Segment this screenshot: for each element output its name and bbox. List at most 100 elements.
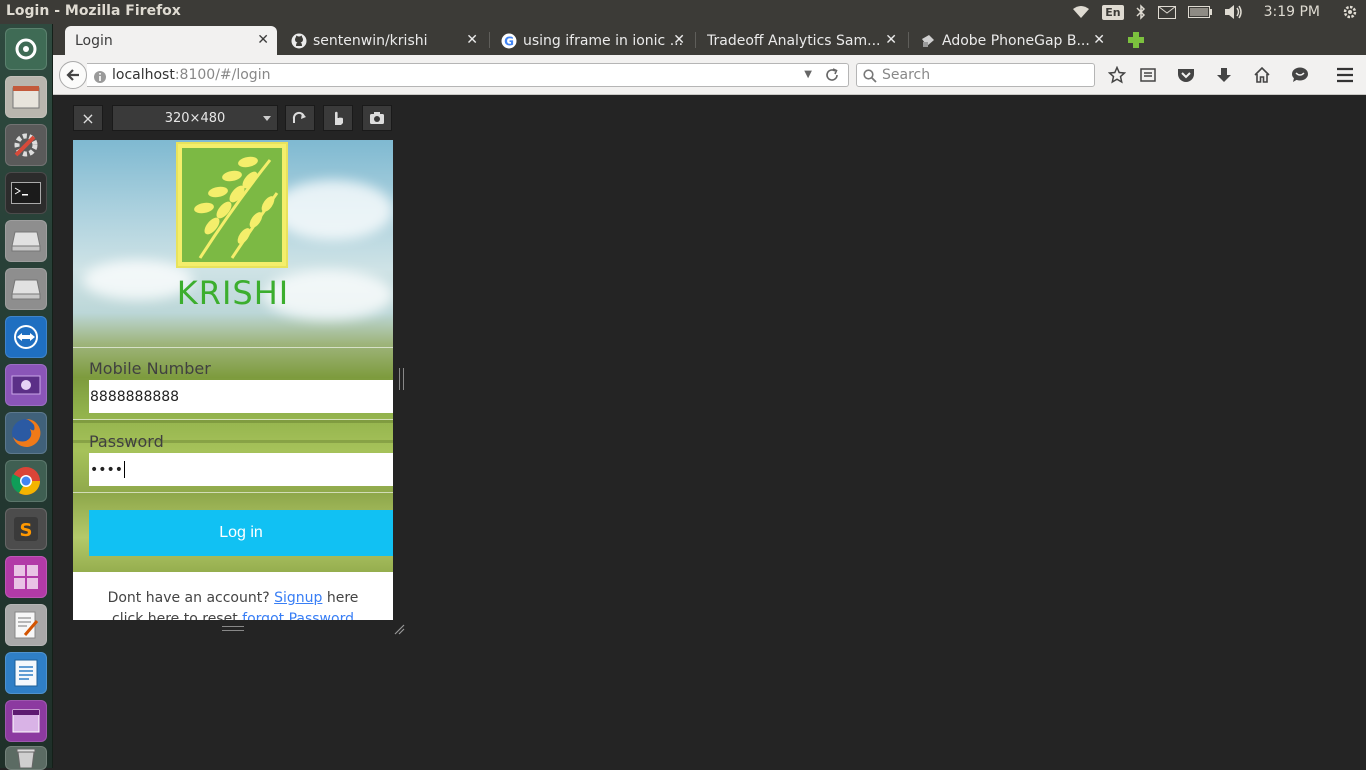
tab-phonegap-build[interactable]: Adobe PhoneGap B... ✕ [910,26,1113,55]
divider [73,492,393,493]
signup-link[interactable]: Signup [274,590,322,606]
reload-icon[interactable] [824,67,840,87]
volume-icon[interactable] [1224,0,1244,24]
wheat-icon [194,156,279,259]
files-icon[interactable] [5,76,47,118]
url-host: localhost [112,67,175,83]
close-tab-icon[interactable]: ✕ [257,33,269,47]
tab-label: Login [75,32,113,49]
svg-text:S: S [20,520,33,541]
close-tab-icon[interactable]: ✕ [1093,33,1105,47]
tab-google-search[interactable]: G using iframe in ionic ... ✕ [491,26,693,55]
tab-tradeoff-analytics[interactable]: Tradeoff Analytics Sam... ✕ [697,26,905,55]
terminal-icon[interactable] [5,172,47,214]
disk-drive-icon[interactable] [5,220,47,262]
wifi-icon[interactable] [1072,0,1090,24]
divider [73,347,393,348]
touch-simulation-button[interactable] [323,105,353,131]
cloud [273,180,393,240]
search-bar[interactable]: Search [856,63,1095,87]
tab-login[interactable]: Login ✕ [65,26,277,55]
screen-recorder-icon[interactable] [5,364,47,406]
window-title: Login - Mozilla Firefox [6,3,181,19]
back-button[interactable] [59,61,87,89]
url-history-dropdown-icon[interactable]: ▼ [804,69,812,80]
firefox-icon[interactable] [5,412,47,454]
keyboard-language-indicator[interactable]: En [1102,0,1124,24]
downloads-arrow-icon[interactable] [1214,65,1234,85]
back-arrow-icon [66,69,79,81]
bluetooth-icon[interactable] [1136,0,1146,24]
google-icon: G [501,33,517,49]
system-top-panel: Login - Mozilla Firefox En 3:19 PM [0,0,1366,24]
hamburger-menu-icon[interactable] [1335,65,1355,85]
mail-icon[interactable] [1157,0,1176,24]
tab-label: Tradeoff Analytics Sam... [707,32,881,49]
viewport-size-select[interactable]: 320×480 [112,105,278,131]
language-label: En [1102,4,1124,20]
dash-home-icon[interactable] [5,28,47,70]
tab-label: using iframe in ionic ... [523,32,683,49]
close-responsive-mode-button[interactable]: × [73,105,103,131]
chrome-icon[interactable] [5,460,47,502]
rotate-button[interactable] [285,105,315,131]
mobile-number-label: Mobile Number [89,359,211,378]
site-info-icon[interactable] [93,69,107,88]
system-settings-icon[interactable] [5,124,47,166]
url-path: :8100/#/login [174,67,271,83]
mobile-number-input[interactable]: 8888888888 [89,380,393,413]
close-icon: × [81,108,95,128]
sublime-text-icon[interactable]: S [5,508,47,550]
tab-separator [908,32,909,48]
teamviewer-icon[interactable] [5,316,47,358]
clock[interactable]: 3:19 PM [1264,0,1320,24]
home-icon[interactable] [1252,65,1272,85]
hello-chat-icon[interactable] [1290,65,1310,85]
tab-label: sentenwin/krishi [313,32,428,49]
screenshot-button[interactable] [362,105,392,131]
search-icon [863,68,877,87]
url-bar[interactable]: localhost:8100/#/login ▼ [87,63,849,87]
reset-line: click here to reset forgot Password [73,611,393,620]
text-cursor [124,461,126,478]
signup-suffix: here [326,590,359,606]
battery-icon[interactable] [1187,0,1212,24]
field-furrow [73,420,393,423]
login-button[interactable]: Log in [89,510,393,556]
viewport-corner-resize-handle[interactable] [393,620,405,635]
password-mask: •••• [90,461,124,478]
close-tab-icon[interactable]: ✕ [466,33,478,47]
mobile-viewport: KRISHI Mobile Number 8888888888 Password… [73,140,393,620]
browser-content-area: × 320×480 KRISHI Mobile Number 888888888… [53,95,1366,768]
search-placeholder: Search [882,67,931,83]
touch-pointer-icon [335,111,344,125]
url-text: localhost:8100/#/login [112,67,270,83]
reset-text: click here to reset [112,611,238,620]
viewport-width-resize-handle[interactable] [399,368,404,390]
close-tab-icon[interactable]: ✕ [673,33,685,47]
account-links: Dont have an account? Signup here click … [73,572,393,620]
password-input[interactable]: •••• [89,453,393,486]
github-icon [291,33,307,49]
close-tab-icon[interactable]: ✕ [885,33,897,47]
reading-list-icon[interactable] [1138,65,1158,85]
tab-github[interactable]: sentenwin/krishi ✕ [281,26,486,55]
libreoffice-writer-icon[interactable] [5,652,47,694]
krishi-logo [176,142,288,268]
pocket-icon[interactable] [1176,65,1196,85]
workspace-switcher-icon[interactable] [5,556,47,598]
bookmark-star-icon[interactable] [1107,65,1127,85]
trash-icon[interactable] [5,746,47,770]
app-window-icon[interactable] [5,700,47,742]
browser-tab-bar: Login ✕ sentenwin/krishi ✕ G using ifram… [53,24,1366,55]
new-tab-plus-icon[interactable] [1126,30,1146,50]
disk-drive-icon[interactable] [5,268,47,310]
settings-gear-icon[interactable] [1342,0,1358,24]
forgot-password-link[interactable]: forgot Password [242,611,354,620]
viewport-height-resize-handle[interactable] [222,626,244,631]
logo-background [182,148,282,262]
camera-icon [370,112,384,124]
unity-launcher: S [0,24,53,770]
panel-indicators: En 3:19 PM [1072,0,1358,24]
text-editor-icon[interactable] [5,604,47,646]
